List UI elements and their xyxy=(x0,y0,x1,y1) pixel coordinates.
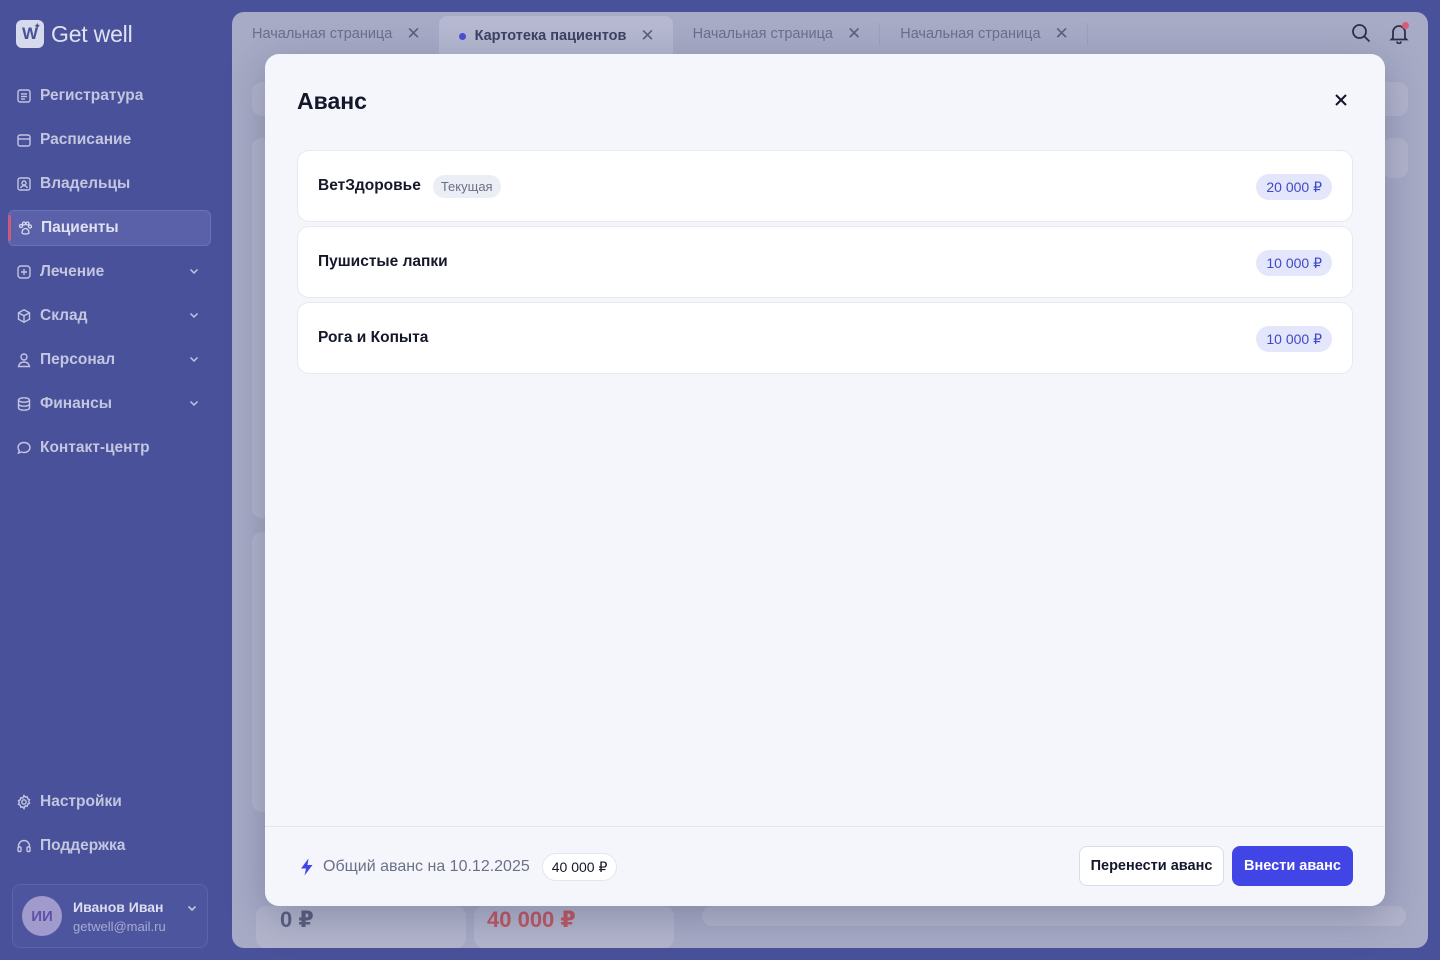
logo-text: Get well xyxy=(51,20,133,47)
sidebar-item-schedule[interactable]: Расписание xyxy=(8,122,211,158)
headset-icon xyxy=(16,838,32,854)
list-item[interactable]: Рога и Копыта 10 000 ₽ xyxy=(297,302,1353,374)
tab-label: Картотека пациентов xyxy=(474,28,627,44)
advance-modal: Аванс ВетЗдоровье Текущая 20 000 ₽ Пушис… xyxy=(265,54,1385,906)
balance-amount: 0 ₽ xyxy=(280,907,314,932)
close-icon[interactable]: ✕ xyxy=(1055,24,1069,44)
sidebar-item-treatment[interactable]: Лечение xyxy=(8,254,211,290)
clinic-name: Рога и Копыта xyxy=(318,329,429,346)
sidebar: W ✦ Get well Регистратура Расписание Вла… xyxy=(0,0,232,960)
sidebar-item-owners[interactable]: Владельцы xyxy=(8,166,211,202)
app-logo[interactable]: W ✦ Get well xyxy=(16,20,133,48)
gear-icon xyxy=(16,794,32,810)
sidebar-item-support[interactable]: Поддержка xyxy=(8,828,211,864)
modal-title: Аванс xyxy=(297,88,367,114)
sidebar-item-label: Владельцы xyxy=(40,175,131,192)
close-icon[interactable]: ✕ xyxy=(406,24,420,44)
advance-amount: 10 000 ₽ xyxy=(1256,326,1332,352)
tab-home-2[interactable]: Начальная страница ✕ xyxy=(673,16,880,52)
logo-mark: W ✦ xyxy=(16,20,44,48)
search-icon[interactable] xyxy=(1350,22,1372,49)
total-advance: Общий аванс на 10.12.2025 40 000 ₽ xyxy=(299,853,618,881)
lightning-icon xyxy=(301,858,313,876)
tab-label: Начальная страница xyxy=(252,26,393,42)
debt-amount: 40 000 ₽ xyxy=(487,907,576,932)
current-badge: Текущая xyxy=(432,174,501,198)
sidebar-item-settings[interactable]: Настройки xyxy=(8,784,211,820)
chat-icon xyxy=(16,440,32,456)
advance-amount: 20 000 ₽ xyxy=(1256,174,1332,200)
sidebar-nav: Регистратура Расписание Владельцы Пациен… xyxy=(8,78,211,474)
background-card xyxy=(1382,138,1408,178)
user-email: getwell@mail.ru xyxy=(73,918,166,934)
clinic-name: ВетЗдоровье xyxy=(318,177,421,194)
total-advance-label: Общий аванс на 10.12.2025 xyxy=(323,858,530,875)
coins-icon xyxy=(16,396,32,412)
sidebar-item-finance[interactable]: Финансы xyxy=(8,386,211,422)
chevron-down-icon xyxy=(189,312,199,319)
sidebar-item-label: Склад xyxy=(40,307,88,324)
clinic-advance-list: ВетЗдоровье Текущая 20 000 ₽ Пушистые ла… xyxy=(297,150,1353,378)
sidebar-item-label: Расписание xyxy=(40,131,132,148)
sidebar-item-label: Настройки xyxy=(40,793,122,810)
sidebar-item-label: Регистратура xyxy=(40,87,144,104)
tab-home-1[interactable]: Начальная страница ✕ xyxy=(232,16,439,52)
list-item[interactable]: Пушистые лапки 10 000 ₽ xyxy=(297,226,1353,298)
sidebar-item-contact-center[interactable]: Контакт-центр xyxy=(8,430,211,466)
sidebar-item-label: Пациенты xyxy=(41,219,119,236)
notifications-bell-icon[interactable] xyxy=(1388,22,1410,49)
tab-separator xyxy=(1086,23,1088,45)
modal-footer: Общий аванс на 10.12.2025 40 000 ₽ Перен… xyxy=(265,826,1385,906)
sidebar-item-label: Поддержка xyxy=(40,837,126,854)
calendar-icon xyxy=(16,132,32,148)
sidebar-item-label: Финансы xyxy=(40,395,112,412)
deposit-advance-button[interactable]: Внести аванс xyxy=(1232,846,1353,886)
sidebar-item-warehouse[interactable]: Склад xyxy=(8,298,211,334)
user-profile-card[interactable]: ИИ Иванов Иван getwell@mail.ru xyxy=(12,884,208,948)
logo-spark-icon: ✦ xyxy=(33,21,41,31)
top-actions xyxy=(1350,22,1410,49)
transfer-advance-button[interactable]: Перенести аванс xyxy=(1079,846,1224,886)
close-icon[interactable]: ✕ xyxy=(640,26,654,46)
chevron-down-icon xyxy=(189,268,199,275)
user-icon xyxy=(16,352,32,368)
tab-label: Начальная страница xyxy=(900,26,1041,42)
sidebar-item-registratura[interactable]: Регистратура xyxy=(8,78,211,114)
active-tab-dot xyxy=(458,32,466,40)
background-card xyxy=(702,906,1406,926)
chevron-down-icon xyxy=(189,356,199,363)
tab-home-3[interactable]: Начальная страница ✕ xyxy=(880,16,1087,52)
list-icon xyxy=(16,88,32,104)
sidebar-item-staff[interactable]: Персонал xyxy=(8,342,211,378)
close-icon[interactable]: ✕ xyxy=(847,24,861,44)
contacts-icon xyxy=(16,176,32,192)
box-icon xyxy=(16,308,32,324)
sidebar-item-label: Контакт-центр xyxy=(40,439,150,456)
user-name: Иванов Иван xyxy=(73,898,164,915)
total-advance-amount: 40 000 ₽ xyxy=(541,853,618,881)
chevron-down-icon xyxy=(189,400,199,407)
user-info: Иванов Иван getwell@mail.ru xyxy=(73,899,166,934)
advance-amount: 10 000 ₽ xyxy=(1256,250,1332,276)
clinic-name: Пушистые лапки xyxy=(318,253,448,270)
tab-label: Начальная страница xyxy=(692,26,833,42)
close-icon[interactable] xyxy=(1333,92,1349,108)
tab-patient-records[interactable]: Картотека пациентов ✕ xyxy=(438,16,673,56)
list-item[interactable]: ВетЗдоровье Текущая 20 000 ₽ xyxy=(297,150,1353,222)
sidebar-item-label: Персонал xyxy=(40,351,116,368)
tab-bar: Начальная страница ✕ Картотека пациентов… xyxy=(232,12,1428,56)
notification-dot xyxy=(1402,22,1409,29)
sidebar-item-label: Лечение xyxy=(40,263,105,280)
sidebar-bottom-nav: Настройки Поддержка xyxy=(8,784,211,872)
chevron-down-icon[interactable] xyxy=(185,901,199,915)
paw-icon xyxy=(17,220,33,236)
plus-square-icon xyxy=(16,264,32,280)
sidebar-item-patients[interactable]: Пациенты xyxy=(8,210,211,246)
avatar: ИИ xyxy=(22,896,62,936)
